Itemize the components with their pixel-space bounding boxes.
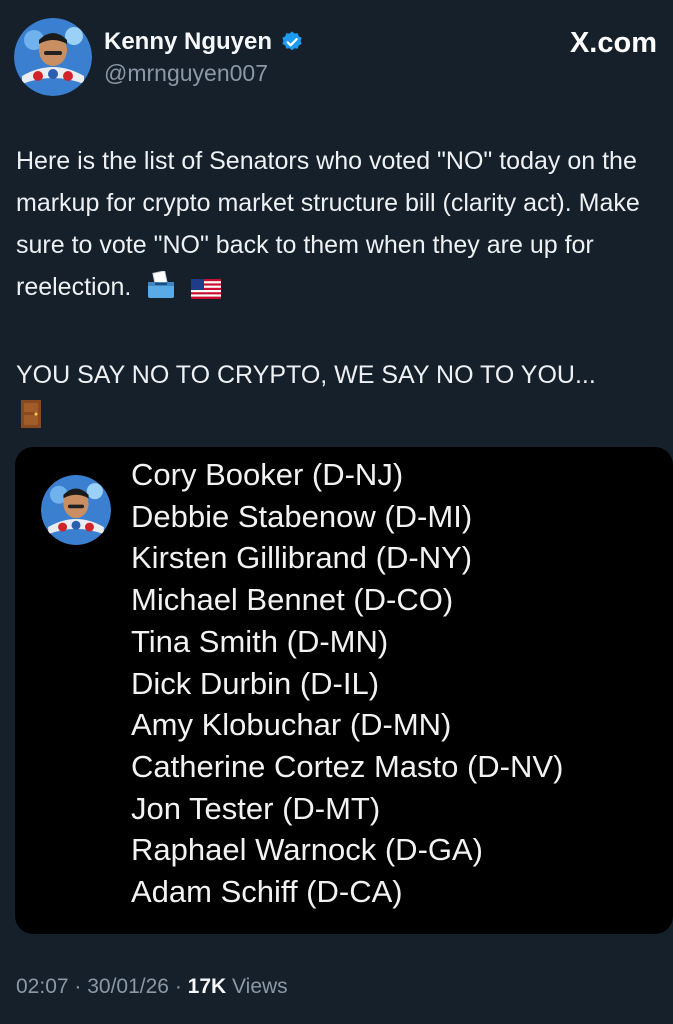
senator-list-item: Jon Tester (D-MT): [131, 790, 381, 826]
tweet-paragraph-text: YOU SAY NO TO CRYPTO, WE SAY NO TO YOU..…: [16, 361, 596, 389]
us-flag-icon: [191, 270, 222, 312]
ballot-box-icon: [146, 270, 176, 312]
author-name-text[interactable]: Kenny Nguyen: [104, 28, 272, 56]
author-display-name[interactable]: Kenny Nguyen: [104, 28, 304, 56]
senator-list-item: Dick Durbin (D-IL): [131, 665, 380, 701]
senator-list-item: Adam Schiff (D-CA): [131, 874, 403, 910]
avatar-image: [14, 18, 92, 96]
author-avatar[interactable]: [14, 18, 92, 96]
tweet-time[interactable]: 02:07: [16, 975, 69, 998]
verified-badge-icon: [280, 30, 304, 54]
media-avatar: [41, 475, 111, 545]
senator-list-item: Catherine Cortez Masto (D-NV): [131, 748, 564, 784]
tweet-media-image[interactable]: Cory Booker (D-NJ) Debbie Stabenow (D-MI…: [15, 447, 673, 934]
views-count[interactable]: 17K: [188, 975, 227, 998]
meta-separator: ·: [168, 975, 188, 998]
senator-list-item: Amy Klobuchar (D-MN): [131, 707, 452, 743]
senator-list-item: Michael Bennet (D-CO): [131, 582, 454, 618]
brand-logo: X.com: [569, 27, 657, 59]
door-icon: [20, 399, 42, 442]
senator-list-item: Raphael Warnock (D-GA): [131, 832, 484, 868]
tweet-meta: 02:07 · 30/01/26 · 17K Views: [16, 975, 288, 999]
views-label: Views: [226, 975, 288, 998]
tweet-paragraph: [16, 396, 661, 442]
senator-list-item: Tina Smith (D-MN): [131, 623, 389, 659]
meta-separator: ·: [68, 975, 88, 998]
tweet-paragraph: YOU SAY NO TO CRYPTO, WE SAY NO TO YOU..…: [16, 354, 661, 396]
tweet-paragraph-text: Here is the list of Senators who voted "…: [16, 147, 640, 301]
tweet-paragraph: Here is the list of Senators who voted "…: [16, 140, 661, 312]
senator-list: Cory Booker (D-NJ) Debbie Stabenow (D-MI…: [131, 454, 563, 913]
media-avatar-image: [41, 475, 111, 545]
senator-list-item: Cory Booker (D-NJ): [131, 457, 404, 492]
tweet-text: Here is the list of Senators who voted "…: [16, 140, 661, 442]
author-handle[interactable]: @mrnguyen007: [104, 60, 268, 87]
senator-list-item: Debbie Stabenow (D-MI): [131, 498, 473, 534]
tweet-date[interactable]: 30/01/26: [87, 975, 169, 998]
senator-list-item: Kirsten Gillibrand (D-NY): [131, 540, 473, 576]
